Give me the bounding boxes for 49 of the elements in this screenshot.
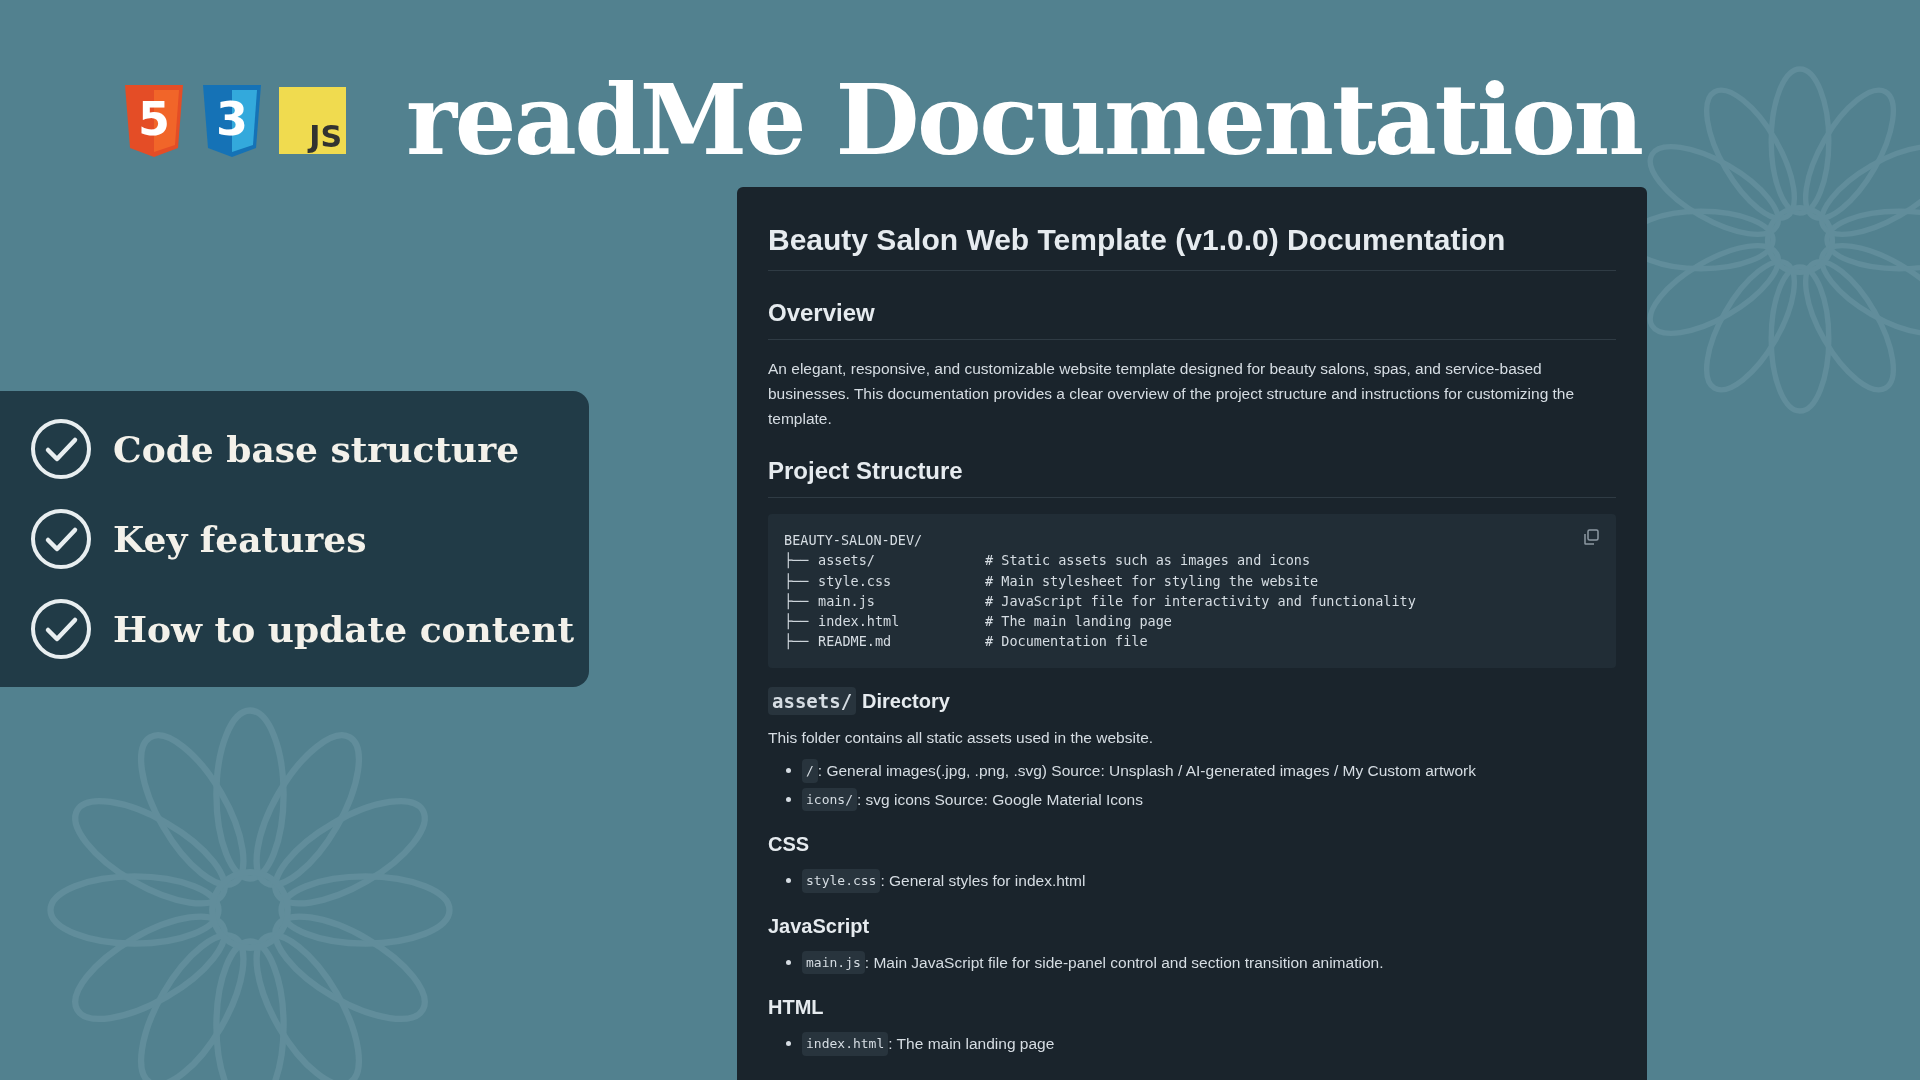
section-heading: Overview: [768, 295, 1616, 340]
section-paragraph: This folder contains all static assets used in the website.: [768, 727, 1155, 748]
file-name: README.md: [818, 632, 893, 652]
copy-icon[interactable]: [1582, 528, 1600, 546]
feature-label: Key features: [113, 517, 367, 562]
feature-label: How to update content: [113, 607, 575, 652]
document-title: Beauty Salon Web Template (v1.0.0) Documentation: [768, 217, 1616, 271]
inline-code: /: [802, 759, 818, 783]
page-title: readMe Documentation: [406, 72, 1642, 169]
inline-code: style.css: [802, 869, 881, 893]
inline-code: icons/: [802, 787, 857, 812]
file-name: main.js: [818, 591, 876, 611]
tree-branch: ├──: [784, 551, 810, 571]
code-comment: # The main landing page: [985, 612, 1172, 632]
section-heading: CSS: [768, 832, 810, 858]
section-heading: Project Structure: [768, 453, 1616, 498]
section-heading: JavaScript: [768, 913, 870, 939]
inline-code: index.html: [802, 1032, 889, 1056]
list-item-text: : Main JavaScript file for side-panel control and section transition animation.: [864, 952, 1384, 973]
tree-branch: ├──: [784, 571, 810, 591]
feature-label: Code base structure: [113, 427, 520, 472]
file-name: assets/: [818, 551, 876, 571]
tree-branch: ├──: [784, 591, 810, 612]
js-logo-icon: JS: [279, 87, 346, 154]
code-comment: # Main stylesheet for styling the website: [985, 571, 1319, 591]
section-heading: Directory: [862, 688, 950, 714]
bullet-icon: [786, 1041, 791, 1047]
code-comment: # JavaScript file for interactivity and functionality: [985, 591, 1416, 611]
file-name: index.html: [818, 612, 901, 632]
bullet-icon: [786, 878, 791, 884]
html5-shield-logo-icon: 5: [123, 84, 185, 157]
bullet-icon: [786, 959, 791, 965]
list-item-text: : The main landing page: [888, 1034, 1055, 1055]
inline-code: main.js: [802, 950, 865, 975]
bullet-icon: [786, 768, 791, 774]
list-item-text: : svg icons Source: Google Material Icons: [856, 789, 1143, 810]
code-line: BEAUTY-SALON-DEV/: [784, 531, 923, 550]
tree-branch: ├──: [784, 632, 810, 652]
overview-paragraph: An elegant, responsive, and customizable website template designed for beauty salons, spas, and service-based businesses. This documentation provides a clear overview of the project structure and instructions for customizing the template.: [768, 359, 1576, 429]
section-heading: HTML: [768, 995, 824, 1021]
tree-branch: ├──: [784, 612, 810, 632]
code-comment: # Static assets such as images and icons: [985, 551, 1311, 571]
bullet-icon: [786, 796, 791, 802]
heading-code: assets/: [768, 686, 857, 716]
css3-shield-logo-icon: 3: [201, 84, 263, 157]
list-item-text: : General images(.jpg, .png, .svg) Source: Unsplash / AI-generated images / My Custom artwork: [817, 761, 1476, 782]
file-name: style.css: [818, 571, 893, 591]
list-item-text: : General styles for index.html: [880, 871, 1086, 892]
code-comment: # Documentation file: [985, 632, 1148, 652]
